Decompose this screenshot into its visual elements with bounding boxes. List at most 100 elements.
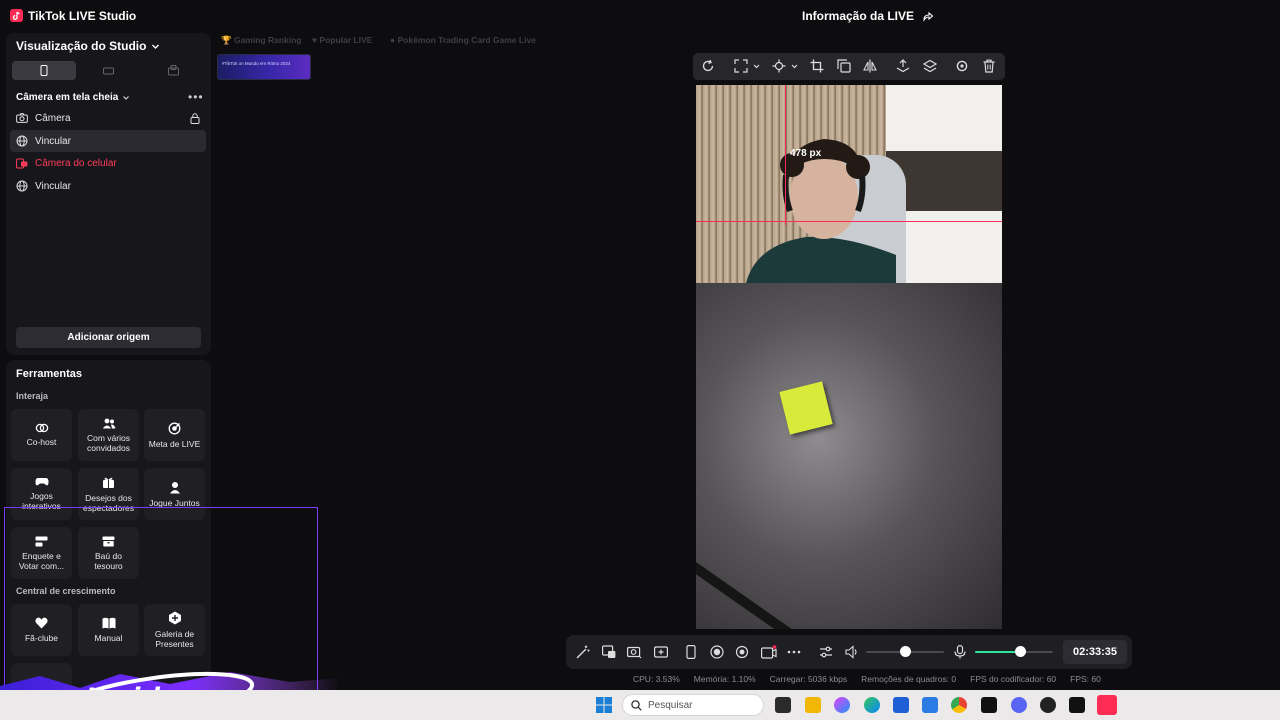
capcut-icon[interactable] — [981, 697, 997, 713]
share-icon — [923, 11, 934, 22]
focus-icon[interactable] — [735, 645, 749, 659]
discord-icon[interactable] — [1011, 697, 1027, 713]
scene-title: Câmera em tela cheia — [16, 92, 119, 103]
store-icon[interactable] — [893, 697, 909, 713]
globe-icon — [16, 135, 28, 147]
ranking-pokemon[interactable]: ● Pokémon Trading Card Game Live — [390, 35, 536, 45]
microphone-icon[interactable] — [954, 645, 966, 659]
link-icon — [35, 423, 48, 433]
refresh-icon[interactable] — [701, 59, 715, 73]
magic-wand-icon[interactable] — [576, 645, 590, 659]
capcut-icon[interactable] — [1069, 697, 1085, 713]
upload-stat: Carregar: 5036 kbps — [769, 674, 848, 684]
fps-stat: FPS: 60 — [1070, 674, 1101, 684]
landscape-mode-button[interactable] — [76, 61, 140, 80]
picture-in-picture-icon[interactable] — [602, 645, 616, 659]
target-icon — [168, 422, 181, 434]
users-icon — [102, 418, 115, 428]
ranking-gaming[interactable]: 🏆 Gaming Ranking — [221, 35, 302, 46]
app-icon[interactable] — [922, 697, 938, 713]
mixer-settings-icon[interactable] — [819, 645, 833, 659]
record-icon[interactable] — [710, 645, 724, 659]
tool-label: Jogue Juntos — [149, 497, 200, 508]
source-label: Câmera do celular — [35, 157, 117, 169]
live-info-label: Informação da LIVE — [802, 9, 915, 23]
dropped-frames-stat: Remoções de quadros: 0 — [861, 674, 957, 684]
gamepad-icon — [35, 478, 48, 486]
title-bar — [0, 0, 1280, 32]
crop-icon[interactable] — [810, 59, 824, 73]
ranking-popular[interactable]: ♥ Popular LIVE — [312, 35, 372, 45]
layers-icon[interactable] — [923, 59, 937, 73]
guide-distance-label: 478 px — [790, 148, 822, 159]
lock-icon[interactable] — [190, 113, 200, 124]
source-item-link[interactable]: Vincular — [10, 175, 206, 197]
chrome-icon[interactable] — [951, 697, 967, 713]
camera-icon — [16, 113, 28, 123]
phone-camera-icon — [16, 158, 28, 168]
globe-icon — [16, 180, 28, 192]
source-item-link[interactable]: Vincular — [10, 130, 206, 152]
promo-thumbnail[interactable] — [217, 54, 311, 80]
fit-dropdown-icon[interactable] — [734, 59, 762, 73]
copilot-icon[interactable] — [834, 697, 850, 713]
studio-title: Visualização do Studio — [16, 39, 147, 53]
ranking-label: Gaming Ranking — [233, 35, 302, 45]
phone-landscape-icon — [102, 67, 114, 74]
tiktok-live-studio-taskbar-icon[interactable] — [1097, 695, 1117, 715]
add-source-button[interactable]: Adicionar origem — [16, 327, 201, 348]
tool-multi-guest[interactable]: Com vários convidados — [78, 409, 139, 461]
cpu-stat: CPU: 3.53% — [633, 674, 680, 684]
source-label: Vincular — [35, 135, 71, 147]
chevron-down-icon — [152, 44, 160, 49]
alignment-guide-horizontal — [696, 221, 1002, 222]
taskbar-search[interactable]: Pesquisar — [622, 694, 764, 716]
tool-live-goal[interactable]: Meta de LIVE — [144, 409, 205, 461]
phone-icon[interactable] — [686, 645, 696, 659]
mic-slider-knob[interactable] — [1014, 646, 1026, 657]
edge-icon[interactable] — [864, 697, 880, 713]
phone-camera-feed — [696, 283, 1002, 629]
windows-start-icon[interactable] — [596, 697, 612, 713]
bring-forward-icon[interactable] — [896, 59, 910, 73]
dual-mode-button[interactable] — [141, 61, 205, 80]
interact-section-label: Interaja — [16, 391, 49, 401]
memory-stat: Memória: 1.10% — [693, 674, 756, 684]
settings-icon[interactable] — [955, 59, 969, 73]
volume-slider-knob[interactable] — [899, 646, 911, 657]
live-timer: 02:33:35 — [1063, 640, 1127, 664]
more-options-icon[interactable]: ••• — [188, 90, 204, 104]
position-dropdown-icon[interactable] — [772, 59, 800, 73]
tool-label: Co-host — [26, 437, 57, 447]
ranking-label: Popular LIVE — [319, 35, 373, 45]
studio-view-dropdown[interactable]: Visualização do Studio — [16, 39, 160, 53]
duplicate-icon[interactable] — [837, 59, 851, 73]
source-item-camera[interactable]: Câmera — [10, 107, 206, 129]
add-scene-icon[interactable] — [654, 645, 668, 659]
tools-title: Ferramentas — [16, 368, 83, 380]
volume-icon[interactable] — [845, 645, 859, 659]
task-view-icon[interactable] — [775, 697, 791, 713]
flip-horizontal-icon[interactable] — [863, 59, 877, 73]
obs-icon[interactable] — [1040, 697, 1056, 713]
promo-overlay-frame — [4, 507, 318, 693]
app-title: TikTok LIVE Studio — [28, 9, 137, 23]
gift-icon — [103, 477, 114, 488]
source-item-phone-camera[interactable]: Câmera do celular — [10, 152, 206, 174]
replay-camera-icon[interactable] — [761, 645, 777, 659]
file-explorer-icon[interactable] — [805, 697, 821, 713]
user-icon — [169, 481, 180, 493]
portrait-mode-button[interactable] — [12, 61, 76, 80]
more-icon[interactable] — [787, 645, 801, 659]
mic-level-fill — [975, 651, 1021, 653]
live-info-button[interactable]: Informação da LIVE — [802, 9, 934, 23]
tiktok-logo-icon — [10, 9, 23, 22]
screenshot-icon[interactable] — [627, 645, 642, 659]
tool-label: Meta de LIVE — [148, 438, 201, 449]
trash-icon[interactable] — [982, 59, 996, 73]
scene-dropdown[interactable]: Câmera em tela cheia — [16, 92, 130, 103]
search-placeholder: Pesquisar — [648, 699, 693, 711]
tool-co-host[interactable]: Co-host — [11, 409, 72, 461]
source-label: Vincular — [35, 180, 71, 192]
live-preview-canvas[interactable]: 478 px — [696, 85, 1002, 629]
